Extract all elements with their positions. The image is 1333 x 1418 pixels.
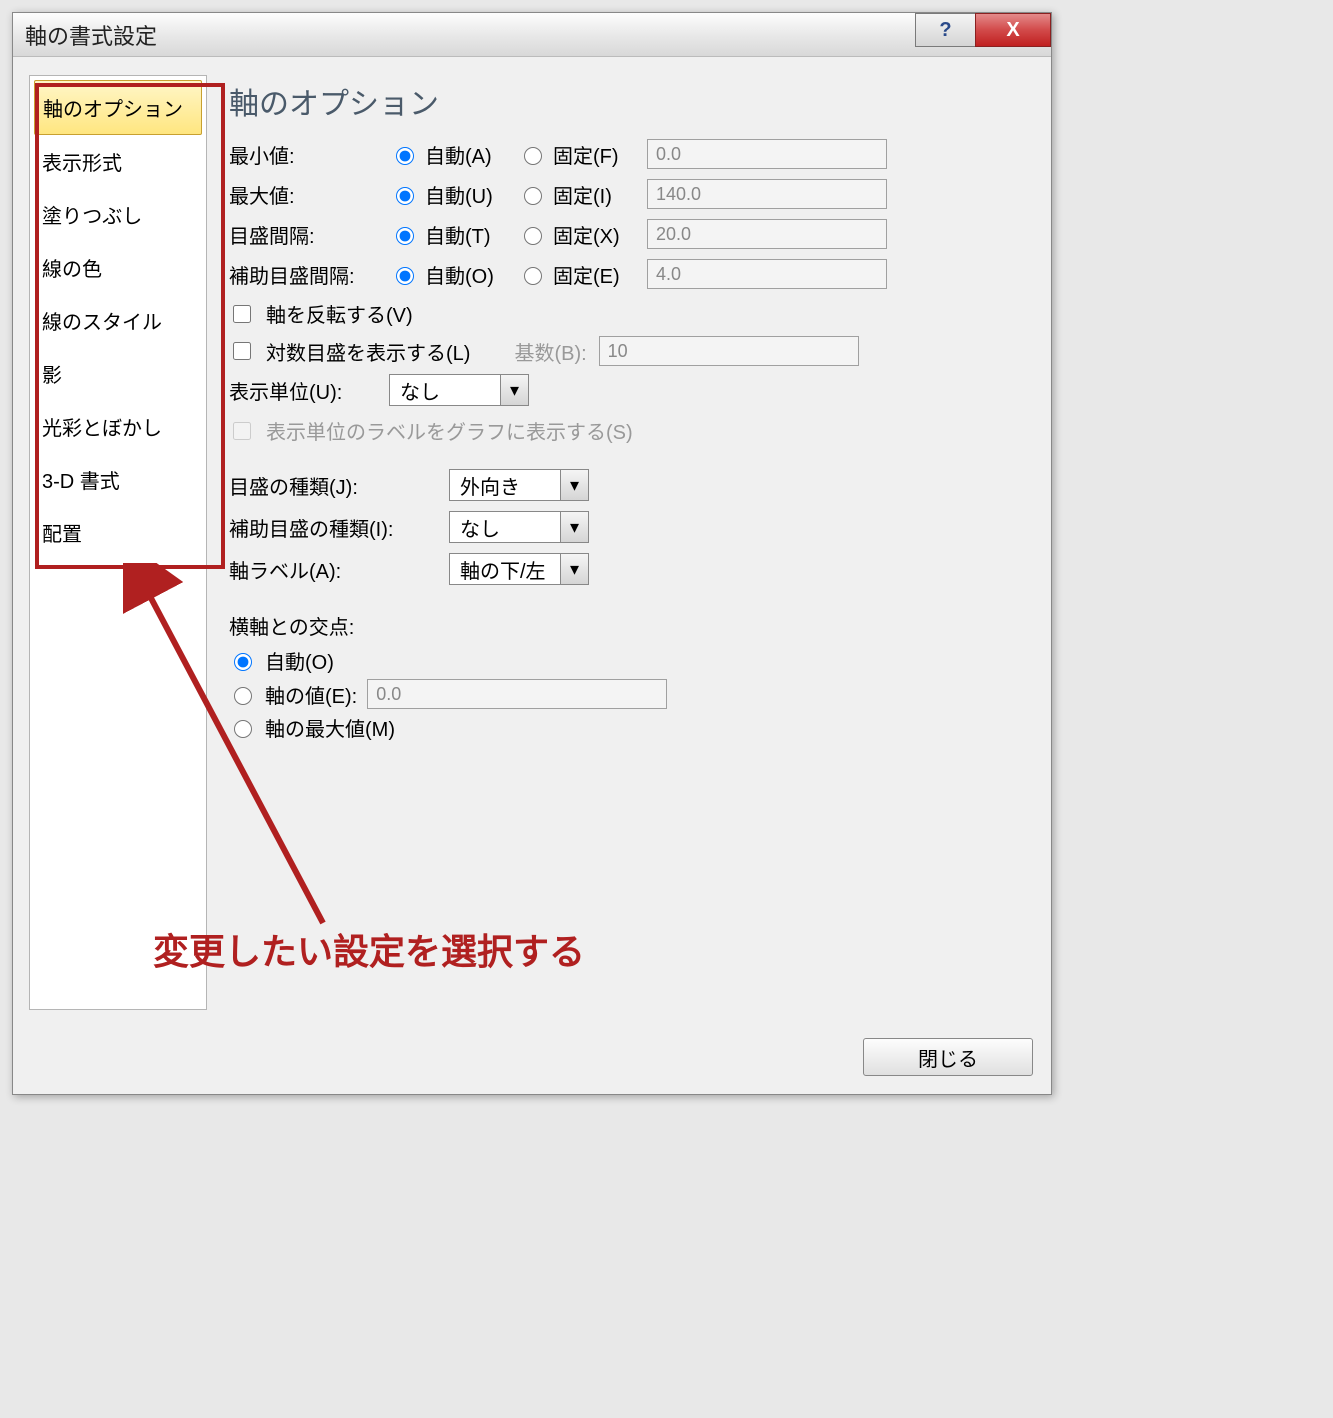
row-minor: 補助目盛間隔: 自動(O) 固定(E) <box>229 259 1027 289</box>
label-unit: 表示単位(U): <box>229 376 369 405</box>
titlebar-buttons: ? X <box>915 13 1051 47</box>
radio-major-auto-label: 自動(T) <box>425 220 513 249</box>
main-panel: 軸のオプション 最小値: 自動(A) 固定(F) 最大値: 自動(U) 固定(I… <box>221 75 1035 1010</box>
combo-axislabel[interactable]: 軸の下/左 ▾ <box>449 553 589 585</box>
sidebar-item-line-style[interactable]: 線のスタイル <box>34 294 202 347</box>
row-major: 目盛間隔: 自動(T) 固定(X) <box>229 219 1027 249</box>
dialog-title: 軸の書式設定 <box>25 19 157 51</box>
sidebar-item-shadow[interactable]: 影 <box>34 347 202 400</box>
chevron-down-icon: ▾ <box>560 554 588 584</box>
radio-minor-fixed[interactable] <box>524 267 542 285</box>
radio-max-auto[interactable] <box>396 187 414 205</box>
radio-minor-fixed-label: 固定(E) <box>553 260 641 289</box>
category-sidebar: 軸のオプション 表示形式 塗りつぶし 線の色 線のスタイル 影 光彩とぼかし 3… <box>29 75 207 1010</box>
sidebar-item-number-format[interactable]: 表示形式 <box>34 135 202 188</box>
input-max[interactable] <box>647 179 887 209</box>
sidebar-item-alignment[interactable]: 配置 <box>34 506 202 559</box>
row-reverse: 軸を反転する(V) <box>229 299 1027 328</box>
radio-min-auto-label: 自動(A) <box>425 140 513 169</box>
row-tick-minor: 補助目盛の種類(I): なし ▾ <box>229 511 1027 543</box>
row-unit: 表示単位(U): なし ▾ <box>229 374 1027 406</box>
dialog-footer: 閉じる <box>13 1026 1051 1094</box>
row-max: 最大値: 自動(U) 固定(I) <box>229 179 1027 209</box>
label-log: 対数目盛を表示する(L) <box>266 337 470 366</box>
radio-cross-auto[interactable] <box>234 653 252 671</box>
help-icon: ? <box>939 19 951 42</box>
checkbox-reverse[interactable] <box>233 305 251 323</box>
combo-tick-minor[interactable]: なし ▾ <box>449 511 589 543</box>
input-major[interactable] <box>647 219 887 249</box>
sidebar-item-glow[interactable]: 光彩とぼかし <box>34 400 202 453</box>
row-unit-show: 表示単位のラベルをグラフに表示する(S) <box>229 416 1027 445</box>
label-cross-value: 軸の値(E): <box>265 680 357 709</box>
row-axislabel: 軸ラベル(A): 軸の下/左 ▾ <box>229 553 1027 585</box>
panel-heading: 軸のオプション <box>229 79 1027 123</box>
row-log: 対数目盛を表示する(L) 基数(B): <box>229 336 1027 366</box>
label-reverse: 軸を反転する(V) <box>266 299 413 328</box>
radio-min-fixed[interactable] <box>524 147 542 165</box>
combo-tick-major[interactable]: 外向き ▾ <box>449 469 589 501</box>
row-min: 最小値: 自動(A) 固定(F) <box>229 139 1027 169</box>
label-max: 最大値: <box>229 180 385 209</box>
input-minor[interactable] <box>647 259 887 289</box>
help-button[interactable]: ? <box>915 13 975 47</box>
sidebar-item-axis-options[interactable]: 軸のオプション <box>34 80 202 135</box>
label-axislabel: 軸ラベル(A): <box>229 555 439 584</box>
combo-axislabel-value: 軸の下/左 <box>450 555 560 584</box>
combo-unit[interactable]: なし ▾ <box>389 374 529 406</box>
radio-minor-auto-label: 自動(O) <box>425 260 513 289</box>
label-minor: 補助目盛間隔: <box>229 260 385 289</box>
sidebar-item-3d-format[interactable]: 3-D 書式 <box>34 453 202 506</box>
format-axis-dialog: 軸の書式設定 ? X 軸のオプション 表示形式 塗りつぶし 線の色 線のスタイル… <box>12 12 1052 1095</box>
radio-max-fixed-label: 固定(I) <box>553 180 641 209</box>
radio-major-auto[interactable] <box>396 227 414 245</box>
radio-min-auto[interactable] <box>396 147 414 165</box>
label-base: 基数(B): <box>514 337 586 366</box>
cross-header: 横軸との交点: <box>229 611 1027 640</box>
dialog-body: 軸のオプション 表示形式 塗りつぶし 線の色 線のスタイル 影 光彩とぼかし 3… <box>13 57 1051 1026</box>
radio-major-fixed[interactable] <box>524 227 542 245</box>
row-cross-max: 軸の最大値(M) <box>229 713 1027 742</box>
combo-tick-major-value: 外向き <box>450 471 560 500</box>
label-major: 目盛間隔: <box>229 220 385 249</box>
label-cross-max: 軸の最大値(M) <box>265 713 395 742</box>
radio-max-auto-label: 自動(U) <box>425 180 513 209</box>
row-cross-auto: 自動(O) <box>229 646 1027 675</box>
radio-major-fixed-label: 固定(X) <box>553 220 641 249</box>
radio-cross-max[interactable] <box>234 720 252 738</box>
label-tick-minor: 補助目盛の種類(I): <box>229 513 439 542</box>
radio-max-fixed[interactable] <box>524 187 542 205</box>
radio-minor-auto[interactable] <box>396 267 414 285</box>
input-cross-value[interactable] <box>367 679 667 709</box>
checkbox-unit-show[interactable] <box>233 422 251 440</box>
combo-unit-value: なし <box>390 376 500 405</box>
close-icon: X <box>1006 19 1019 42</box>
sidebar-item-fill[interactable]: 塗りつぶし <box>34 188 202 241</box>
radio-min-fixed-label: 固定(F) <box>553 140 641 169</box>
chevron-down-icon: ▾ <box>560 512 588 542</box>
radio-cross-value[interactable] <box>234 687 252 705</box>
row-tick-major: 目盛の種類(J): 外向き ▾ <box>229 469 1027 501</box>
sidebar-item-line-color[interactable]: 線の色 <box>34 241 202 294</box>
checkbox-log[interactable] <box>233 342 251 360</box>
input-min[interactable] <box>647 139 887 169</box>
combo-tick-minor-value: なし <box>450 513 560 542</box>
label-cross-auto: 自動(O) <box>265 646 334 675</box>
chevron-down-icon: ▾ <box>560 470 588 500</box>
chevron-down-icon: ▾ <box>500 375 528 405</box>
label-tick-major: 目盛の種類(J): <box>229 471 439 500</box>
row-cross-value: 軸の値(E): <box>229 679 1027 709</box>
label-min: 最小値: <box>229 140 385 169</box>
close-button[interactable]: 閉じる <box>863 1038 1033 1076</box>
input-base[interactable] <box>599 336 859 366</box>
close-window-button[interactable]: X <box>975 13 1051 47</box>
label-unit-show: 表示単位のラベルをグラフに表示する(S) <box>266 416 633 445</box>
titlebar: 軸の書式設定 ? X <box>13 13 1051 57</box>
